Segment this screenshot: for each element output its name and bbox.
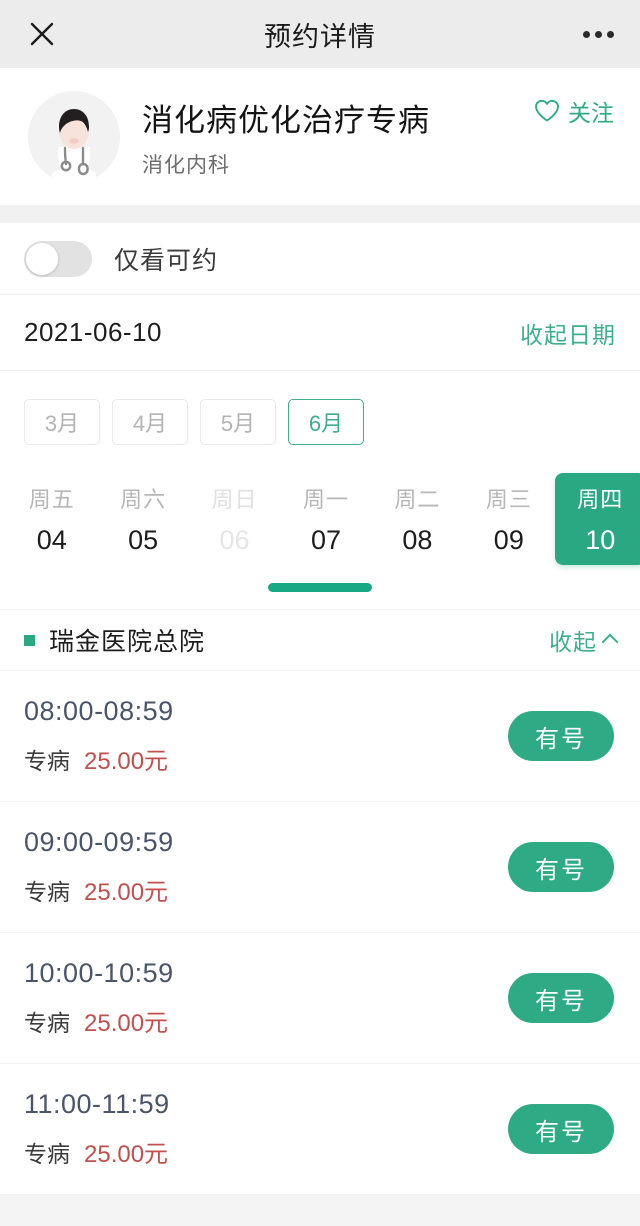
slot-time: 09:00-09:59	[24, 827, 174, 857]
slot-price: 25.00元	[84, 879, 169, 906]
day-number: 06	[219, 525, 250, 555]
available-only-toggle[interactable]	[24, 240, 92, 277]
day-number: 08	[402, 525, 433, 555]
slot-status-button[interactable]: 有号	[508, 711, 614, 761]
slot-row[interactable]: 09:00-09:59 专病 25.00元 有号	[0, 802, 640, 933]
month-tabs: 3月 4月 5月 6月	[0, 399, 640, 445]
day-weekday: 周二	[394, 487, 441, 512]
day-weekday: 周五	[28, 487, 75, 512]
section-gap	[0, 205, 640, 223]
day-cell-09[interactable]: 周三 09	[463, 473, 554, 565]
month-tab-3[interactable]: 3月	[24, 399, 100, 445]
day-weekday: 周三	[485, 487, 532, 512]
doctor-card[interactable]: 消化病优化治疗专病 消化内科 关注	[0, 68, 640, 205]
day-weekday: 周四	[577, 487, 624, 512]
slot-status-button[interactable]: 有号	[508, 973, 614, 1023]
day-strip: 周五 04 周六 05 周日 06 周一 07 周二 08 周三 09 周四 1…	[0, 473, 640, 565]
page-title: 预约详情	[264, 21, 376, 52]
slot-row[interactable]: 11:00-11:59 专病 25.00元 有号	[0, 1064, 640, 1195]
hospital-name: 瑞金医院总院	[49, 628, 206, 656]
dot	[607, 30, 614, 38]
day-number: 05	[128, 525, 159, 555]
day-weekday: 周六	[120, 487, 167, 512]
slot-type: 专病	[24, 1010, 70, 1036]
close-icon[interactable]	[24, 16, 60, 52]
day-cell-10[interactable]: 周四 10	[554, 473, 640, 565]
slot-time: 08:00-08:59	[24, 696, 174, 726]
day-cell-05[interactable]: 周六 05	[97, 473, 188, 565]
slot-type: 专病	[24, 879, 70, 905]
day-number: 07	[310, 525, 341, 555]
hospital-bullet-icon	[24, 634, 35, 646]
day-weekday: 周日	[211, 487, 258, 512]
day-number: 09	[493, 525, 524, 555]
doctor-avatar-icon	[28, 90, 120, 183]
hospital-header[interactable]: 瑞金医院总院 收起	[0, 609, 640, 671]
slot-time: 11:00-11:59	[24, 1089, 170, 1119]
collapse-date-button[interactable]: 收起日期	[520, 316, 616, 350]
slot-type: 专病	[24, 1141, 70, 1167]
slot-info: 08:00-08:59 专病 25.00元	[24, 696, 174, 776]
follow-label: 关注	[568, 100, 614, 126]
appointment-detail-screen: 预约详情 消化病优化治疗专病 消化内科 关注 仅看可约 2021-06-10 收…	[0, 0, 640, 1226]
slot-price: 25.00元	[84, 1010, 169, 1037]
day-cell-07[interactable]: 周一 07	[280, 473, 371, 565]
slot-status-button[interactable]: 有号	[508, 842, 614, 892]
day-weekday: 周一	[302, 487, 349, 512]
slot-sub: 专病 25.00元	[24, 1003, 174, 1038]
slot-info: 09:00-09:59 专病 25.00元	[24, 827, 174, 907]
slot-price: 25.00元	[84, 1141, 169, 1168]
month-tab-6[interactable]: 6月	[288, 399, 364, 445]
day-cell-08[interactable]: 周二 08	[372, 473, 463, 565]
available-only-label: 仅看可约	[114, 246, 219, 275]
month-tab-4[interactable]: 4月	[112, 399, 188, 445]
available-only-row[interactable]: 仅看可约	[0, 223, 640, 295]
selected-date-row: 2021-06-10 收起日期	[0, 295, 640, 371]
hospital-collapse-label: 收起	[549, 629, 597, 655]
toggle-knob	[26, 242, 58, 275]
slot-sub: 专病 25.00元	[24, 1134, 170, 1169]
slot-info: 11:00-11:59 专病 25.00元	[24, 1089, 170, 1169]
slot-time: 10:00-10:59	[24, 958, 174, 988]
selected-date-text: 2021-06-10	[24, 317, 162, 347]
day-number: 04	[36, 525, 67, 555]
dot	[583, 30, 590, 38]
day-cell-04[interactable]: 周五 04	[6, 473, 97, 565]
day-strip-scrollbar-thumb[interactable]	[268, 582, 372, 592]
doctor-meta: 消化病优化治疗专病 消化内科	[142, 95, 534, 179]
chevron-up-icon	[601, 633, 619, 651]
slot-sub: 专病 25.00元	[24, 741, 174, 776]
follow-button[interactable]: 关注	[534, 94, 614, 128]
navigation-bar: 预约详情	[0, 0, 640, 68]
dot	[595, 30, 602, 38]
slot-row[interactable]: 08:00-08:59 专病 25.00元 有号	[0, 671, 640, 802]
calendar-panel: 3月 4月 5月 6月 周五 04 周六 05 周日 06 周一 07 周二 0…	[0, 371, 640, 609]
day-cell-06: 周日 06	[189, 473, 280, 565]
slot-sub: 专病 25.00元	[24, 872, 174, 907]
hospital-collapse-button[interactable]: 收起	[549, 623, 619, 657]
slot-list: 08:00-08:59 专病 25.00元 有号 09:00-09:59 专病 …	[0, 671, 640, 1195]
slot-info: 10:00-10:59 专病 25.00元	[24, 958, 174, 1038]
slot-type: 专病	[24, 748, 70, 774]
day-number: 10	[585, 525, 616, 555]
more-dots-icon[interactable]	[581, 23, 616, 46]
day-strip-scrollbar-track[interactable]	[0, 565, 640, 609]
doctor-name: 消化病优化治疗专病	[142, 102, 430, 138]
slot-status-button[interactable]: 有号	[508, 1104, 614, 1154]
slot-price: 25.00元	[84, 748, 169, 775]
slot-row[interactable]: 10:00-10:59 专病 25.00元 有号	[0, 933, 640, 1064]
doctor-department: 消化内科	[142, 153, 230, 177]
month-tab-5[interactable]: 5月	[200, 399, 276, 445]
heart-outline-icon	[534, 99, 560, 123]
